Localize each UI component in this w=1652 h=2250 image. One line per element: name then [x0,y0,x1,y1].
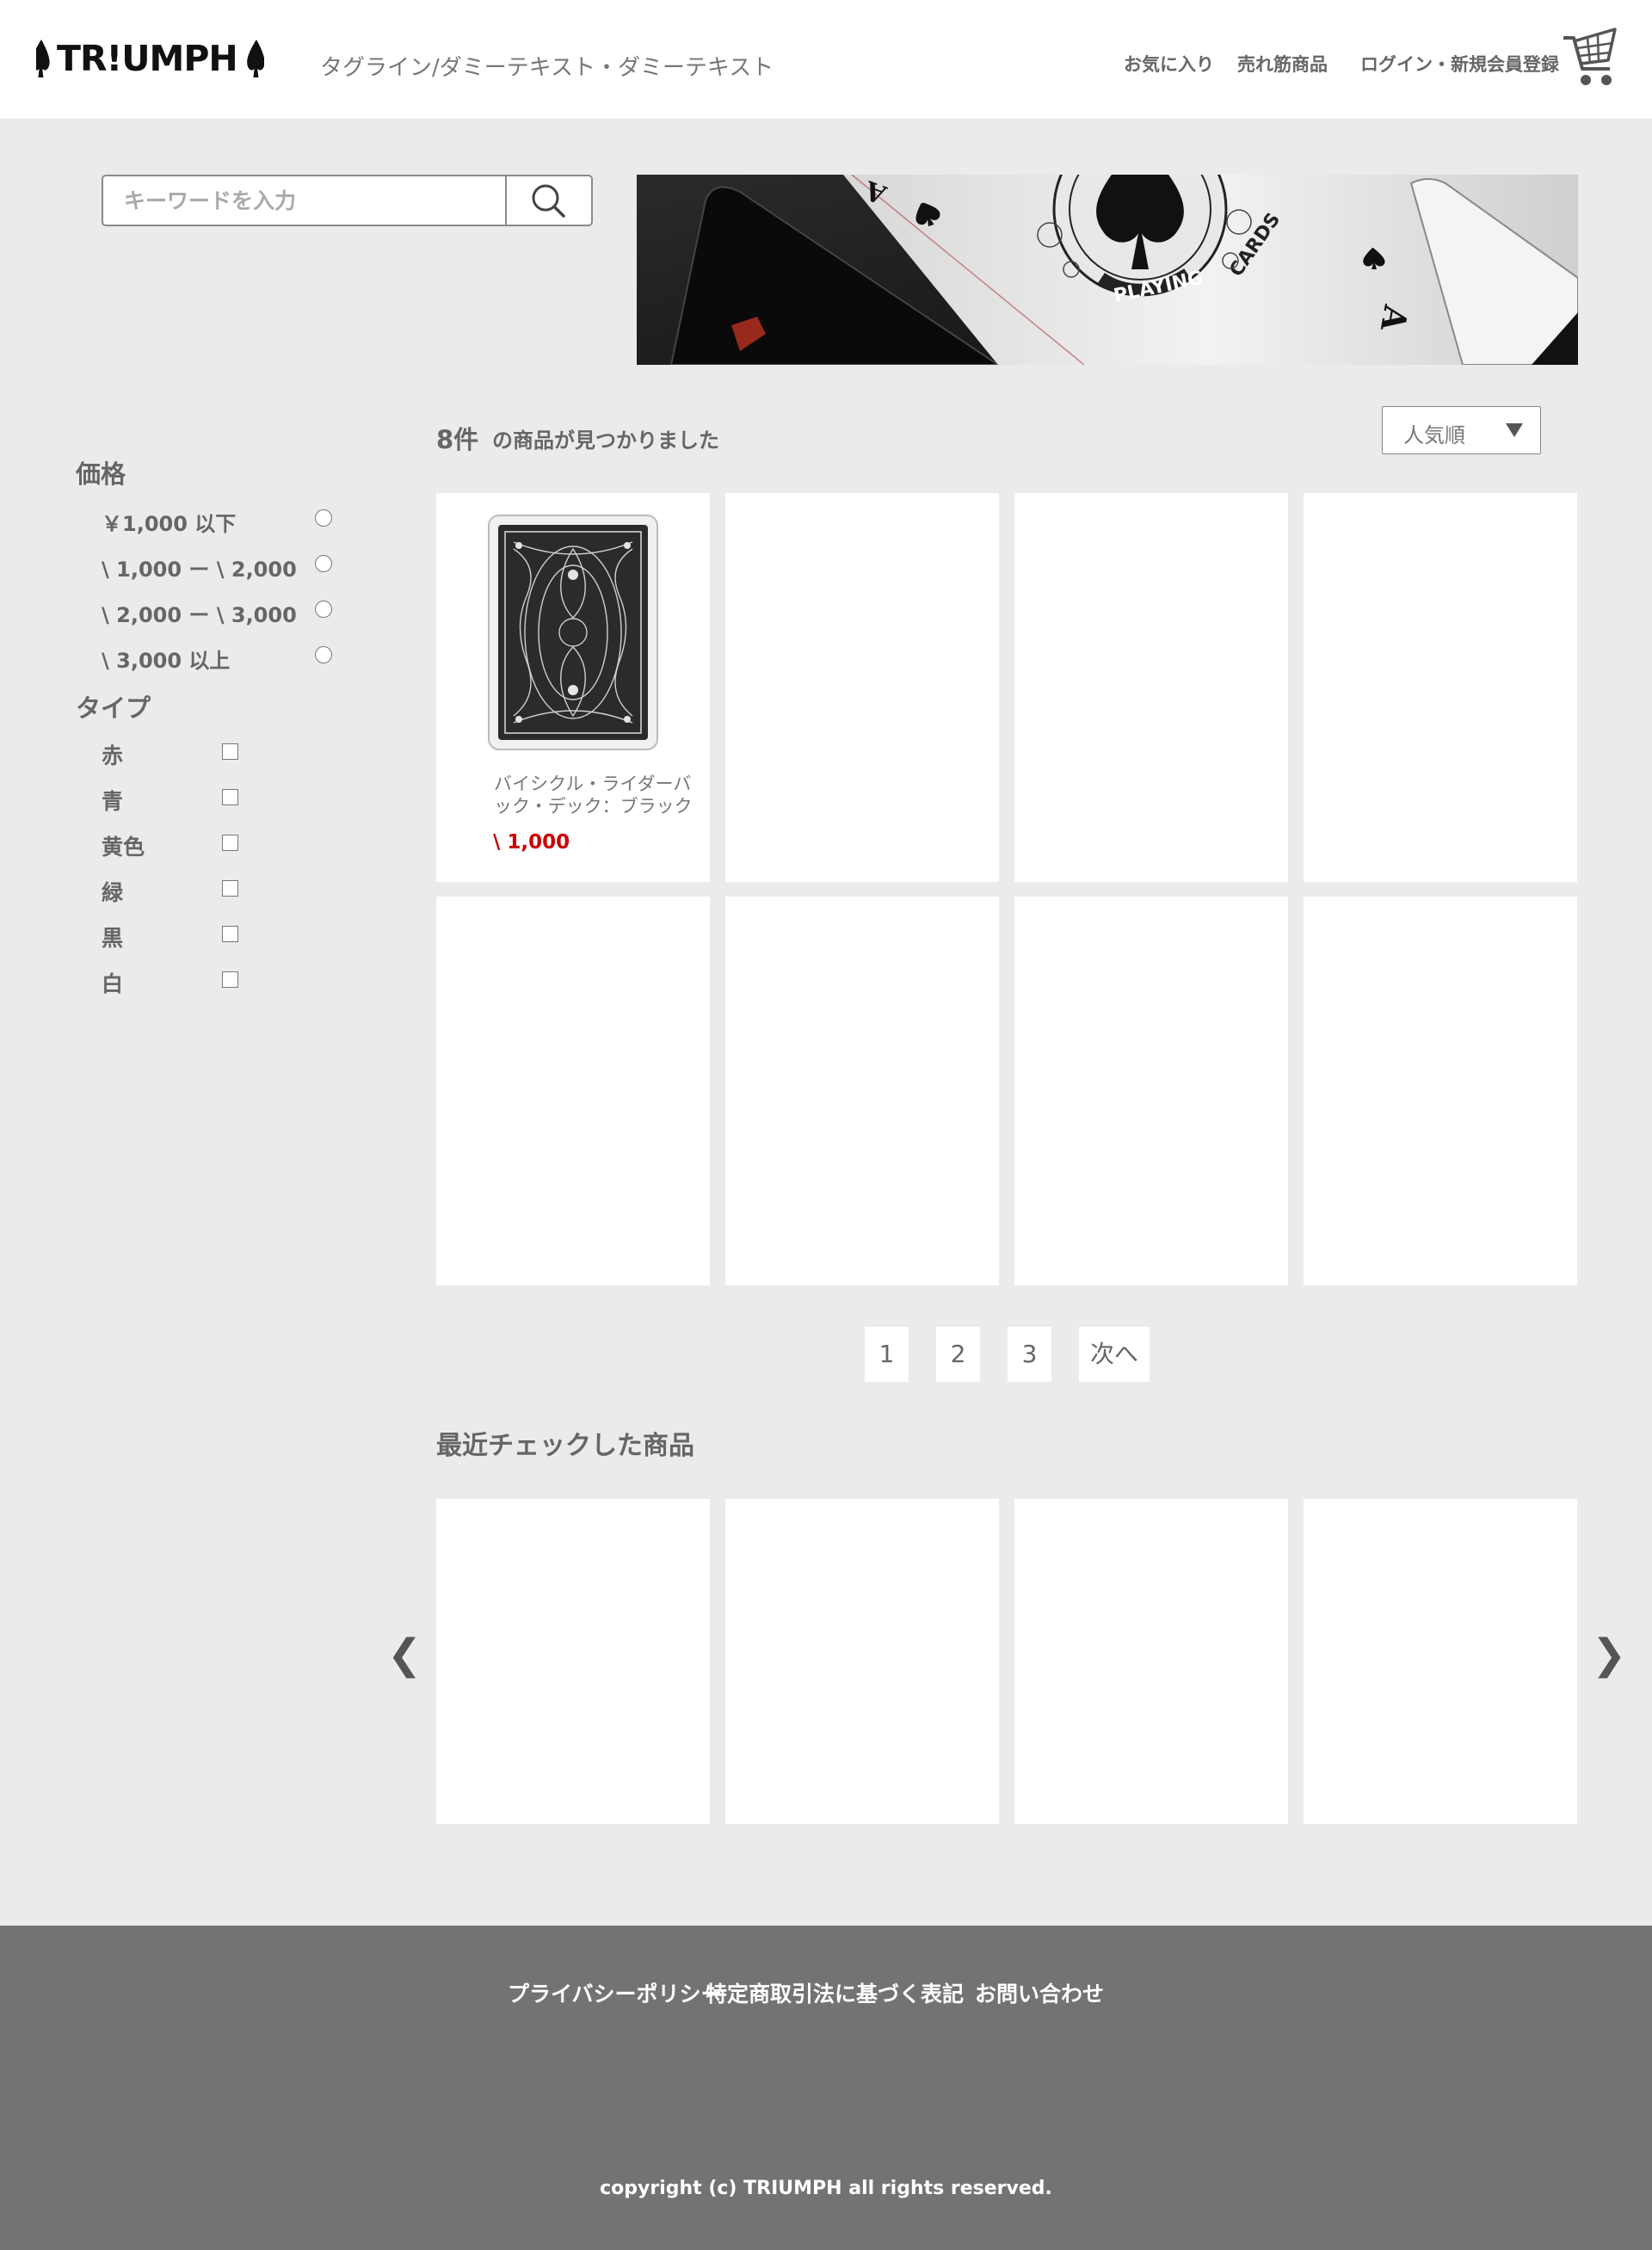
page-button[interactable]: 3 [1008,1327,1051,1382]
search-input[interactable] [103,176,505,225]
type-option-checkbox[interactable] [222,926,238,942]
price-option-label: \ 1,000 ー \ 2,000 [102,558,297,582]
type-option-label: 赤 [102,743,124,768]
recent-product-card[interactable] [725,1499,999,1824]
type-option-checkbox[interactable] [222,789,238,805]
type-option-checkbox[interactable] [222,743,238,760]
sort-selected-value: 人気順 [1403,423,1465,447]
type-option-label: 黄色 [102,835,145,860]
product-card[interactable] [1304,897,1577,1285]
page-button[interactable]: 1 [865,1327,909,1382]
site-footer: プライバシーポリシー 特定商取引法に基づく表記 お問い合わせ copyright… [0,1926,1652,2250]
type-option-label: 黒 [102,926,124,951]
hero-banner: A PLAYING CARDS A [637,175,1578,365]
product-price: \ 1,000 [493,831,570,854]
dropdown-arrow-icon [1506,423,1523,437]
recent-product-card[interactable] [436,1499,710,1824]
next-page-button[interactable]: 次へ [1079,1327,1150,1382]
logo[interactable]: TR!UMPH [36,38,264,79]
price-option-radio[interactable] [315,555,332,572]
tagline: タグライン/ダミーテキスト・ダミーテキスト [320,55,774,81]
product-card[interactable]: バイシクル・ライダーバック・デック：ブラック \ 1,000 [436,493,710,882]
recent-product-card[interactable] [1304,1499,1577,1824]
nav-bestsellers[interactable]: 売れ筋商品 [1237,51,1328,77]
price-option-label: \ 2,000 ー \ 3,000 [102,603,297,627]
nav-login[interactable]: ログイン・新規会員登録 [1360,51,1559,77]
footer-link-privacy[interactable]: プライバシーポリシー [508,1977,723,2008]
product-name[interactable]: バイシクル・ライダーバック・デック：ブラック [494,773,709,817]
chevron-right-icon[interactable]: ❯ [1592,1630,1626,1679]
type-option-label: 緑 [102,880,124,905]
product-card[interactable] [1304,493,1577,882]
price-option-radio[interactable] [315,601,332,618]
search-box [102,175,593,226]
search-icon [532,184,565,218]
result-count-text: の商品が見つかりました [492,428,719,453]
result-count: 8件 [436,425,479,454]
price-option-radio[interactable] [315,509,332,527]
footer-link-contact[interactable]: お問い合わせ [975,1977,1104,2008]
footer-link-legal[interactable]: 特定商取引法に基づく表記 [706,1977,964,2008]
type-option-checkbox[interactable] [222,971,238,988]
type-option-label: 白 [102,971,124,996]
cart-icon[interactable] [1562,26,1620,88]
type-filter-title: タイプ [76,693,151,723]
product-card[interactable] [1014,493,1288,882]
sort-dropdown[interactable]: 人気順 [1382,406,1541,454]
playing-cards-banner-image: A PLAYING CARDS A [637,175,1578,365]
price-filter-title: 価格 [76,459,126,489]
logo-text: TR!UMPH [57,38,238,79]
type-option-label: 青 [102,789,124,814]
type-option-checkbox[interactable] [222,880,238,897]
page-button[interactable]: 2 [936,1327,980,1382]
chevron-left-icon[interactable]: ❮ [387,1630,422,1679]
copyright: copyright (c) TRIUMPH all rights reserve… [600,2178,1052,2199]
product-image[interactable] [488,515,658,750]
recently-viewed-title: 最近チェックした商品 [436,1431,694,1461]
recent-product-card[interactable] [1014,1499,1288,1824]
type-option-checkbox[interactable] [222,835,238,851]
price-option-label: \ 3,000 以上 [102,649,231,673]
product-card[interactable] [1014,897,1288,1285]
site-header: TR!UMPH タグライン/ダミーテキスト・ダミーテキスト お気に入り 売れ筋商… [0,0,1652,119]
nav-favorites[interactable]: お気に入り [1124,51,1214,77]
search-button[interactable] [505,176,591,225]
product-card[interactable] [436,897,710,1285]
product-card[interactable] [725,493,999,882]
price-option-radio[interactable] [315,646,332,663]
product-card[interactable] [725,897,999,1285]
price-option-label: ￥1,000 以下 [102,512,237,536]
